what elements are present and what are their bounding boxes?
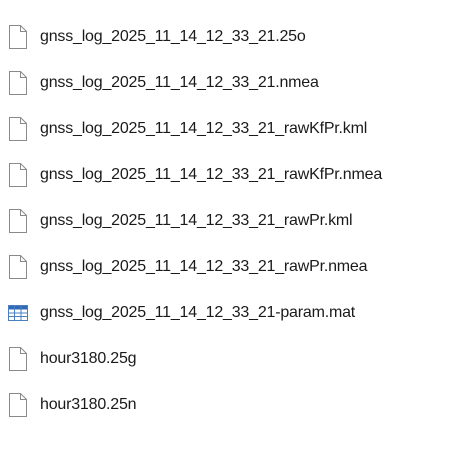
file-name: gnss_log_2025_11_14_12_33_21_rawKfPr.kml [40, 120, 368, 137]
file-item[interactable]: gnss_log_2025_11_14_12_33_21.nmea [0, 67, 466, 99]
file-list: gnss_log_2025_11_14_12_33_21.25o gnss_lo… [0, 0, 466, 452]
file-item[interactable]: gnss_log_2025_11_14_12_33_21_rawPr.kml [0, 205, 466, 237]
blank-file-icon [9, 25, 27, 49]
file-name: hour3180.25g [40, 350, 137, 367]
file-name: gnss_log_2025_11_14_12_33_21.nmea [40, 74, 319, 91]
blank-file-icon [9, 255, 27, 279]
file-name: gnss_log_2025_11_14_12_33_21.25o [40, 28, 306, 45]
table-file-icon [8, 305, 28, 321]
file-name: gnss_log_2025_11_14_12_33_21_rawPr.nmea [40, 258, 368, 275]
blank-file-icon [9, 163, 27, 187]
file-item[interactable]: gnss_log_2025_11_14_12_33_21_rawKfPr.nme… [0, 159, 466, 191]
file-item[interactable]: gnss_log_2025_11_14_12_33_21.25o [0, 21, 466, 53]
file-item[interactable]: hour3180.25n [0, 389, 466, 421]
blank-file-icon [9, 209, 27, 233]
file-name: gnss_log_2025_11_14_12_33_21-param.mat [40, 304, 356, 321]
file-name: gnss_log_2025_11_14_12_33_21_rawKfPr.nme… [40, 166, 383, 183]
file-name: gnss_log_2025_11_14_12_33_21_rawPr.kml [40, 212, 353, 229]
blank-file-icon [9, 117, 27, 141]
blank-file-icon [9, 71, 27, 95]
blank-file-icon [9, 393, 27, 417]
file-item[interactable]: hour3180.25g [0, 343, 466, 375]
file-item[interactable]: gnss_log_2025_11_14_12_33_21_rawPr.nmea [0, 251, 466, 283]
file-item[interactable]: gnss_log_2025_11_14_12_33_21-param.mat [0, 297, 466, 329]
file-name: hour3180.25n [40, 396, 137, 413]
file-item[interactable]: gnss_log_2025_11_14_12_33_21_rawKfPr.kml [0, 113, 466, 145]
blank-file-icon [9, 347, 27, 371]
